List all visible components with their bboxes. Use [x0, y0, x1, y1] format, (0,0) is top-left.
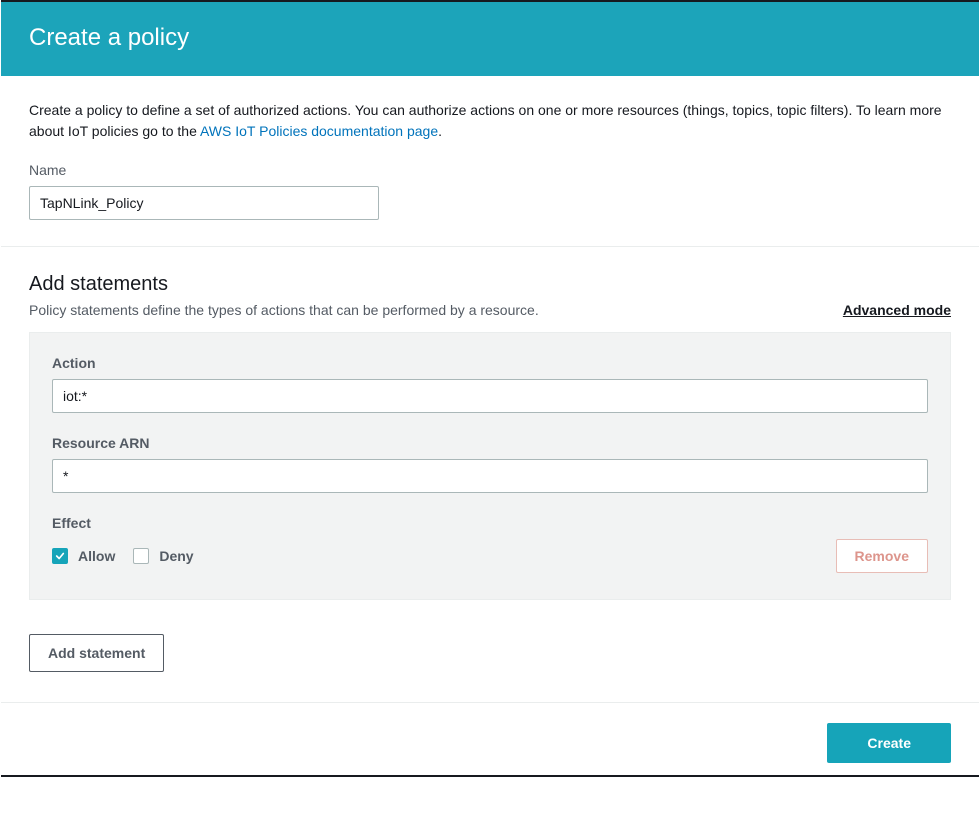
deny-checkbox[interactable] — [133, 548, 149, 564]
statement-card: Action Resource ARN Effect Allow Deny Re… — [29, 332, 951, 600]
check-icon — [55, 551, 65, 561]
create-button[interactable]: Create — [827, 723, 951, 763]
add-statement-button[interactable]: Add statement — [29, 634, 164, 672]
desc-after: . — [438, 123, 442, 139]
page-description: Create a policy to define a set of autho… — [29, 100, 951, 142]
name-input[interactable] — [29, 186, 379, 220]
allow-label: Allow — [78, 548, 115, 564]
desc-before: Create a policy to define a set of autho… — [29, 102, 942, 139]
effect-label: Effect — [52, 515, 928, 531]
resource-label: Resource ARN — [52, 435, 928, 451]
statements-subtext: Policy statements define the types of ac… — [29, 302, 539, 318]
action-input[interactable] — [52, 379, 928, 413]
action-label: Action — [52, 355, 928, 371]
statements-heading: Add statements — [29, 273, 539, 296]
allow-checkbox[interactable] — [52, 548, 68, 564]
page-header: Create a policy — [1, 2, 979, 76]
remove-button[interactable]: Remove — [836, 539, 928, 573]
deny-label: Deny — [159, 548, 193, 564]
resource-input[interactable] — [52, 459, 928, 493]
page-title: Create a policy — [29, 24, 951, 52]
page-footer: Create — [1, 702, 979, 775]
docs-link[interactable]: AWS IoT Policies documentation page — [200, 123, 438, 139]
advanced-mode-link[interactable]: Advanced mode — [843, 302, 951, 318]
name-label: Name — [29, 162, 951, 178]
